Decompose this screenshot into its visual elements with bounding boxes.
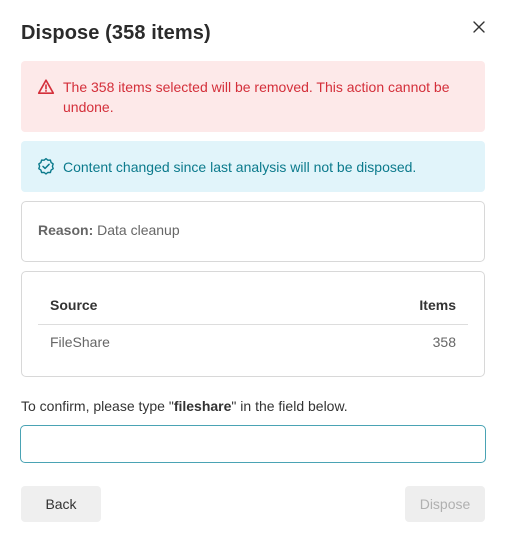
table-cell-source: FileShare: [50, 334, 110, 350]
back-button[interactable]: Back: [21, 486, 101, 522]
check-shield-icon: [38, 157, 54, 175]
error-alert: The 358 items selected will be removed. …: [21, 61, 485, 132]
confirm-suffix: " in the field below.: [231, 398, 348, 414]
close-icon: [473, 21, 485, 33]
dialog-title: Dispose (358 items): [21, 22, 211, 44]
reason-value: Data cleanup: [97, 222, 180, 238]
table-divider: [38, 324, 468, 325]
error-alert-text: The 358 items selected will be removed. …: [63, 79, 450, 115]
column-header-source: Source: [50, 297, 98, 313]
info-alert-text: Content changed since last analysis will…: [63, 159, 417, 175]
confirm-keyword: fileshare: [173, 398, 232, 414]
reason-text: Reason: Data cleanup: [38, 220, 180, 240]
confirm-input[interactable]: [20, 425, 486, 463]
source-items-table: Source Items FileShare 358: [21, 271, 485, 377]
warning-triangle-icon: [37, 79, 55, 94]
confirm-instruction: To confirm, please type "fileshare" in t…: [21, 396, 348, 416]
table-cell-items: 358: [432, 334, 456, 350]
dispose-button[interactable]: Dispose: [405, 486, 485, 522]
dispose-dialog: Dispose (358 items) The 358 items select…: [0, 0, 506, 543]
column-header-items: Items: [419, 297, 456, 313]
confirm-prefix: To confirm, please type ": [21, 398, 174, 414]
info-alert: Content changed since last analysis will…: [21, 141, 485, 192]
reason-panel: Reason: Data cleanup: [21, 201, 485, 262]
close-button[interactable]: [470, 18, 488, 36]
reason-label: Reason:: [38, 222, 94, 238]
